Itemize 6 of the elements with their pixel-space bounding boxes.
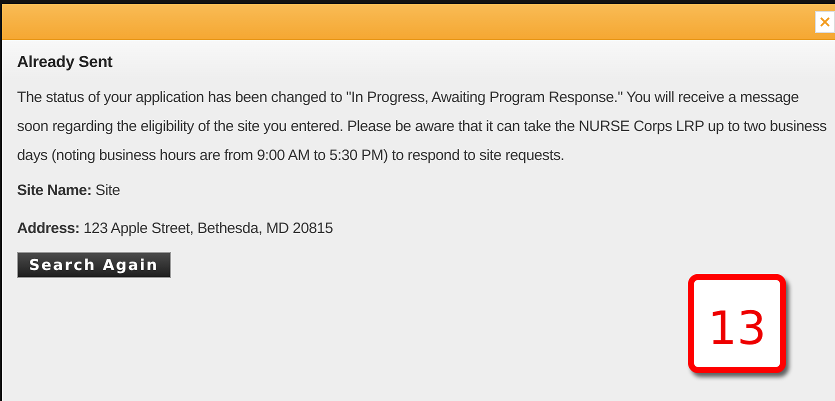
search-again-button[interactable]: Search Again bbox=[17, 252, 171, 278]
dialog-heading: Already Sent bbox=[17, 54, 112, 72]
site-detail: Site Name: Site bbox=[17, 182, 120, 199]
status-message: The status of your application has been changed to "In Progress, Awaiting Program Response." You will receive a message soon regarding the eligibility of the site you entered. Please be aware that it can take the NURSE Corps LRP up to two business days (noting business hours are from 9:00 AM to 5:30 PM) to respond to site requests. bbox=[17, 88, 827, 166]
site-detail: Address: 123 Apple Street, Bethesda, MD 20815 bbox=[17, 220, 333, 237]
step-number-callout: 13 bbox=[688, 274, 786, 373]
